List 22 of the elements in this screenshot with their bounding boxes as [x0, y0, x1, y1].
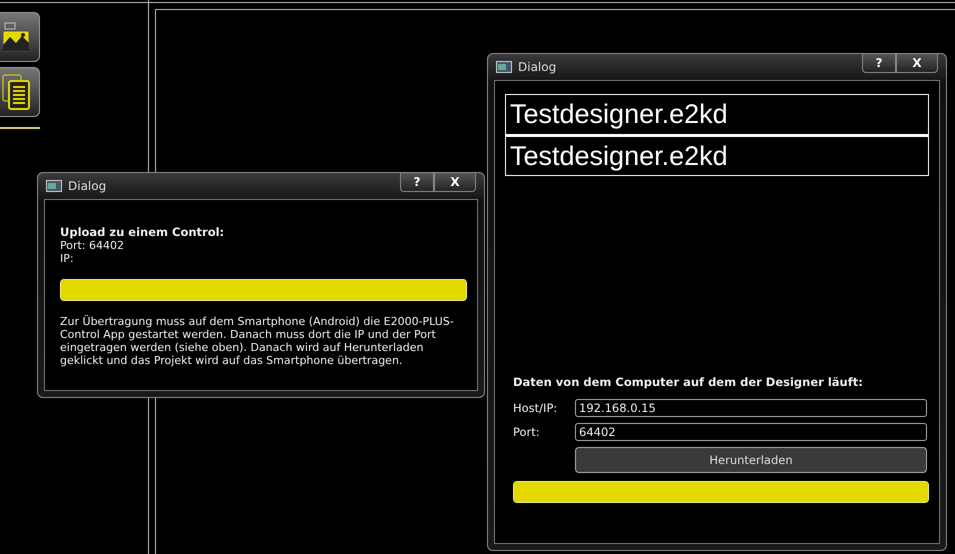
help-button[interactable]: ? — [862, 54, 896, 73]
file-list-item[interactable]: Testdesigner.e2kd — [505, 135, 929, 176]
window-title: Dialog — [68, 179, 106, 193]
input-field[interactable]: 192.168.0.15 — [575, 399, 927, 417]
window-title: Dialog — [518, 60, 556, 74]
documents-icon[interactable] — [1, 73, 31, 111]
window-icon — [496, 61, 512, 73]
instructions-text: Zur Übertragung muss auf dem Smartphone (Android) die E2000-PLUS-Control App gestartet werden. Danach muss dort die IP und der Port eingetragen werden (siehe oben). Danach wird auf Herunterladen geklickt und das Projekt wird auf das Smartphone übertragen. — [60, 315, 455, 367]
ip-text: IP: — [60, 252, 75, 265]
picture-icon[interactable] — [1, 21, 31, 53]
close-button[interactable]: X — [434, 173, 476, 192]
help-button[interactable]: ? — [400, 173, 434, 192]
close-button[interactable]: X — [896, 54, 938, 73]
file-list-item[interactable]: Testdesigner.e2kd — [505, 94, 929, 135]
field-label: Host/IP: — [513, 401, 558, 415]
field-label: Port: — [513, 425, 541, 439]
upload-heading: Upload zu einem Control: — [60, 226, 226, 239]
input-field[interactable]: 64402 — [575, 423, 927, 441]
port-text: Port: 64402 — [60, 239, 126, 252]
window-icon — [46, 180, 62, 192]
section-title: Daten von dem Computer auf dem der Designer läuft: — [513, 376, 864, 389]
download-button[interactable]: Herunterladen — [575, 447, 927, 473]
